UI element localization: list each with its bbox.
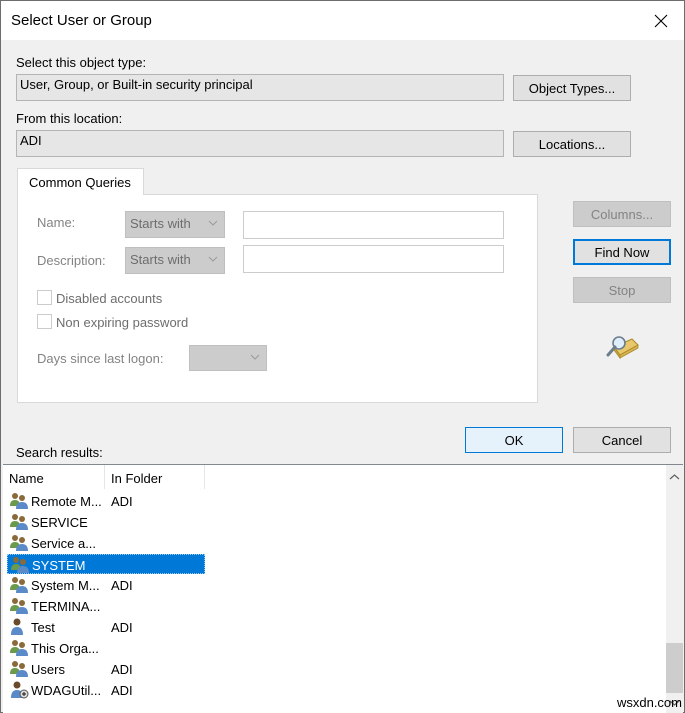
tab-common-queries[interactable]: Common Queries <box>17 168 144 195</box>
group-icon <box>9 576 29 594</box>
window-title: Select User or Group <box>11 12 152 29</box>
group-icon <box>9 534 29 552</box>
stop-button[interactable]: Stop <box>573 277 671 303</box>
search-results-list[interactable]: Name In Folder Remote M... ADI SERVICE Serv… <box>3 464 683 713</box>
item-name: SERVICE <box>31 515 88 530</box>
list-item[interactable]: SYSTEM <box>7 554 205 574</box>
name-mode-select[interactable]: Starts with <box>125 211 225 238</box>
description-input[interactable] <box>243 245 504 273</box>
object-type-field: User, Group, or Built-in security princi… <box>16 74 504 101</box>
item-name: System M... <box>31 578 100 593</box>
days-since-logon-label: Days since last logon: <box>37 351 164 366</box>
group-icon <box>9 492 29 510</box>
item-folder: ADI <box>111 494 133 509</box>
item-name: Users <box>31 662 65 677</box>
list-item[interactable]: System M... ADI <box>7 575 205 595</box>
name-label: Name: <box>37 215 76 230</box>
name-input[interactable] <box>243 211 504 239</box>
name-mode-value: Starts with <box>130 216 191 231</box>
select-user-or-group-dialog: Select User or Group Select this object … <box>0 0 685 713</box>
chevron-down-icon <box>250 354 260 360</box>
description-mode-select[interactable]: Starts with <box>125 247 225 274</box>
group-icon <box>9 660 29 678</box>
cancel-button[interactable]: Cancel <box>573 427 671 453</box>
non-expiring-password-label: Non expiring password <box>56 315 189 330</box>
item-folder: ADI <box>111 620 133 635</box>
ok-button[interactable]: OK <box>465 427 563 453</box>
column-header-in-folder[interactable]: In Folder <box>105 465 205 489</box>
column-header-name[interactable]: Name <box>3 465 105 489</box>
item-name: This Orga... <box>31 641 99 656</box>
location-label: From this location: <box>16 111 123 126</box>
locations-button[interactable]: Locations... <box>513 131 631 157</box>
group-icon <box>9 513 29 531</box>
common-queries-panel: Name: Starts with Description: Starts wi… <box>17 194 538 403</box>
title-bar: Select User or Group <box>1 1 684 40</box>
non-expiring-password-checkbox[interactable] <box>37 314 52 329</box>
chevron-down-icon <box>208 220 218 226</box>
list-item[interactable]: Service a... <box>7 533 205 553</box>
close-button[interactable] <box>638 1 684 40</box>
item-folder: ADI <box>111 578 133 593</box>
columns-button[interactable]: Columns... <box>573 201 671 227</box>
description-label: Description: <box>37 253 106 268</box>
item-name: WDAGUtil... <box>31 683 102 698</box>
list-item[interactable]: Test ADI <box>7 617 205 637</box>
list-item[interactable]: This Orga... <box>7 638 205 658</box>
user-icon <box>9 618 29 636</box>
object-types-button[interactable]: Object Types... <box>513 75 631 101</box>
item-folder: ADI <box>111 683 133 698</box>
group-icon <box>9 597 29 615</box>
list-item[interactable]: Remote M... ADI <box>7 491 205 511</box>
location-field: ADI <box>16 130 504 157</box>
object-type-label: Select this object type: <box>16 55 147 70</box>
chevron-down-icon <box>208 256 218 262</box>
list-item[interactable]: WDAGUtil... ADI <box>7 680 205 700</box>
item-name: Service a... <box>31 536 97 551</box>
close-icon <box>654 14 668 27</box>
disabled-accounts-label: Disabled accounts <box>56 291 163 306</box>
days-since-logon-select[interactable] <box>189 345 267 371</box>
search-directory-icon <box>606 336 639 360</box>
list-item[interactable]: TERMINA... <box>7 596 205 616</box>
scrollbar-thumb[interactable] <box>666 643 683 693</box>
disabled-user-icon <box>9 681 29 699</box>
item-name: Remote M... <box>31 494 102 509</box>
description-mode-value: Starts with <box>130 252 191 267</box>
find-now-button[interactable]: Find Now <box>573 239 671 265</box>
watermark: wsxdn.com <box>616 695 682 710</box>
search-results-label: Search results: <box>16 445 103 460</box>
item-name: Test <box>31 620 55 635</box>
group-icon <box>10 556 30 574</box>
vertical-scrollbar[interactable] <box>666 465 683 713</box>
item-folder: ADI <box>111 662 133 677</box>
list-item[interactable]: SERVICE <box>7 512 205 532</box>
list-item[interactable]: Users ADI <box>7 659 205 679</box>
item-name: SYSTEM <box>32 558 86 573</box>
group-icon <box>9 639 29 657</box>
disabled-accounts-checkbox[interactable] <box>37 290 52 305</box>
item-name: TERMINA... <box>31 599 101 614</box>
scroll-up-icon[interactable] <box>669 473 680 481</box>
